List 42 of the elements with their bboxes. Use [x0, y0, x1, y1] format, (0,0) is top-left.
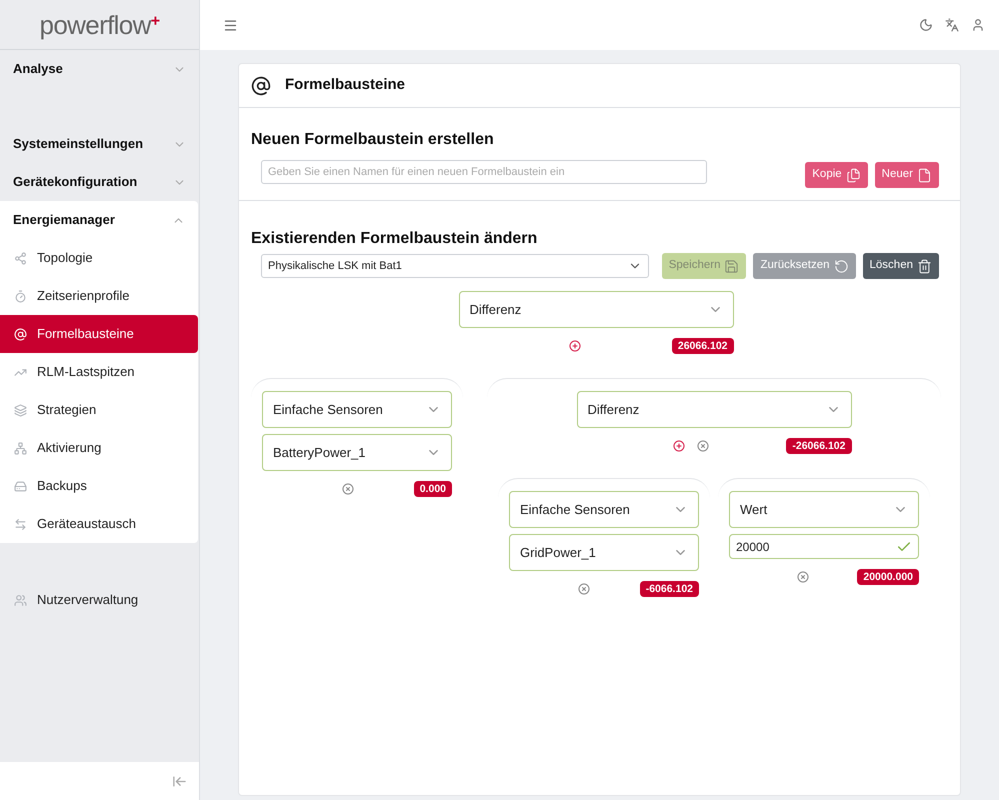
- select-value: Differenz: [588, 400, 640, 419]
- name-field[interactable]: Geben Sie einen Namen für einen neuen Formelbaustein ein: [261, 160, 707, 184]
- action-button[interactable]: Kopie: [805, 162, 868, 188]
- section-header[interactable]: Gerätekonfiguration: [0, 163, 199, 201]
- nav-item[interactable]: Backups: [0, 467, 198, 505]
- nav-item[interactable]: Nutzerverwaltung: [0, 581, 199, 619]
- nav-item[interactable]: Aktivierung: [0, 429, 198, 467]
- result-badge: 26066.102: [672, 338, 734, 354]
- nav-item[interactable]: Formelbausteine: [0, 315, 198, 353]
- operator-select[interactable]: Einfache Sensoren: [509, 491, 699, 528]
- section-header[interactable]: Energiemanager: [0, 201, 198, 239]
- operator-select[interactable]: Wert: [729, 491, 919, 528]
- select-value: Wert: [740, 500, 768, 519]
- nav-item[interactable]: Strategien: [0, 391, 198, 429]
- select-value: BatteryPower_1: [273, 444, 366, 462]
- nav-item[interactable]: Geräteaustausch: [0, 505, 198, 543]
- nav-item[interactable]: RLM-Lastspitzen: [0, 353, 198, 391]
- select-value: GridPower_1: [520, 544, 596, 562]
- select-value: Einfache Sensoren: [520, 500, 630, 519]
- select-value: Differenz: [470, 300, 522, 319]
- result-badge: 20000.000: [857, 569, 919, 585]
- logo: powerflow$^{+}$: [40, 9, 160, 42]
- select-value: Einfache Sensoren: [273, 400, 383, 419]
- operator-select[interactable]: BatteryPower_1: [262, 434, 452, 471]
- operator-select[interactable]: Differenz: [458, 291, 734, 328]
- value-field[interactable]: 20000: [729, 534, 919, 559]
- nav-item[interactable]: Topologie: [0, 239, 198, 277]
- section-heading: Existierenden Formelbaustein ändern: [251, 229, 538, 249]
- nav-item[interactable]: Zeitserienprofile: [0, 277, 198, 315]
- result-badge: -26066.102: [786, 438, 852, 454]
- action-button[interactable]: Neuer: [874, 162, 939, 188]
- section-heading: Neuen Formelbaustein erstellen: [251, 130, 495, 150]
- result-badge: 0.000: [414, 481, 452, 497]
- section-header[interactable]: Analyse: [0, 50, 199, 88]
- page-title: Formelbausteine: [285, 75, 406, 96]
- formula-select[interactable]: Physikalische LSK mit Bat1: [261, 254, 649, 278]
- operator-select[interactable]: Einfache Sensoren: [262, 391, 452, 428]
- result-badge: -6066.102: [640, 581, 699, 597]
- operator-select[interactable]: GridPower_1: [509, 534, 699, 571]
- section-header[interactable]: Systemeinstellungen: [0, 125, 199, 163]
- action-button[interactable]: Löschen: [862, 253, 939, 279]
- operator-select[interactable]: Differenz: [576, 391, 852, 428]
